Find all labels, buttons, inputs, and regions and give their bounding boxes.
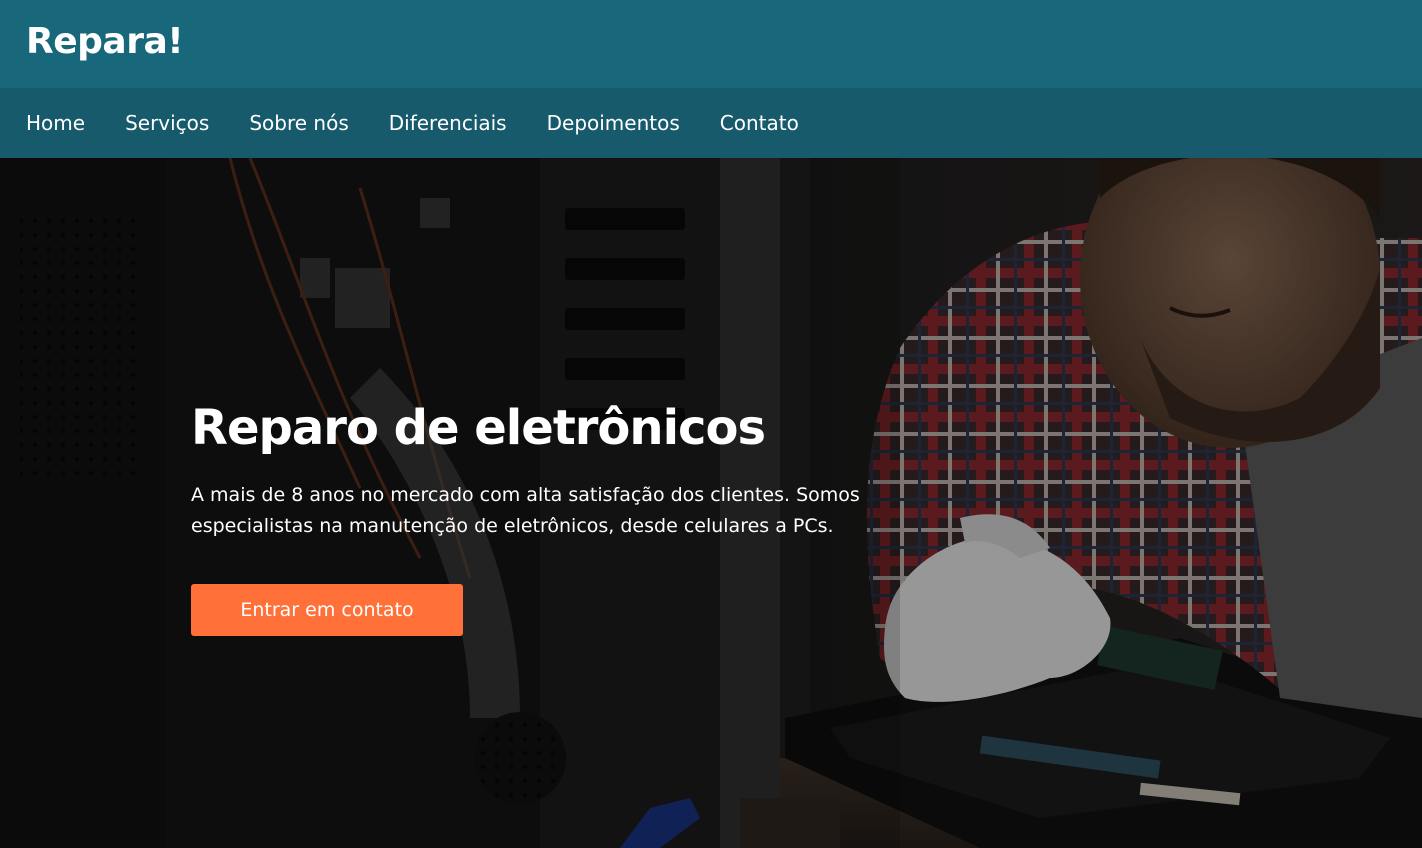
contact-cta-button[interactable]: Entrar em contato	[191, 584, 463, 636]
hero-subtitle: A mais de 8 anos no mercado com alta sat…	[191, 484, 860, 537]
brand-logo[interactable]: Repara!	[26, 19, 184, 65]
nav-item-diferenciais[interactable]: Diferenciais	[389, 88, 507, 158]
nav-item-depoimentos[interactable]: Depoimentos	[547, 88, 680, 158]
nav-item-sobre-nos[interactable]: Sobre nós	[249, 88, 348, 158]
main-nav: Home Serviços Sobre nós Diferenciais Dep…	[0, 88, 1422, 158]
nav-item-servicos[interactable]: Serviços	[125, 88, 209, 158]
hero-title: Reparo de eletrônicos	[191, 400, 766, 456]
hero-section: Reparo de eletrônicos A mais de 8 anos n…	[0, 158, 1422, 848]
nav-item-home[interactable]: Home	[26, 88, 85, 158]
hero-content: Reparo de eletrônicos A mais de 8 anos n…	[191, 396, 951, 636]
nav-item-contato[interactable]: Contato	[720, 88, 799, 158]
nav-list: Home Serviços Sobre nós Diferenciais Dep…	[0, 88, 1422, 158]
site-header: Repara!	[0, 0, 1422, 88]
